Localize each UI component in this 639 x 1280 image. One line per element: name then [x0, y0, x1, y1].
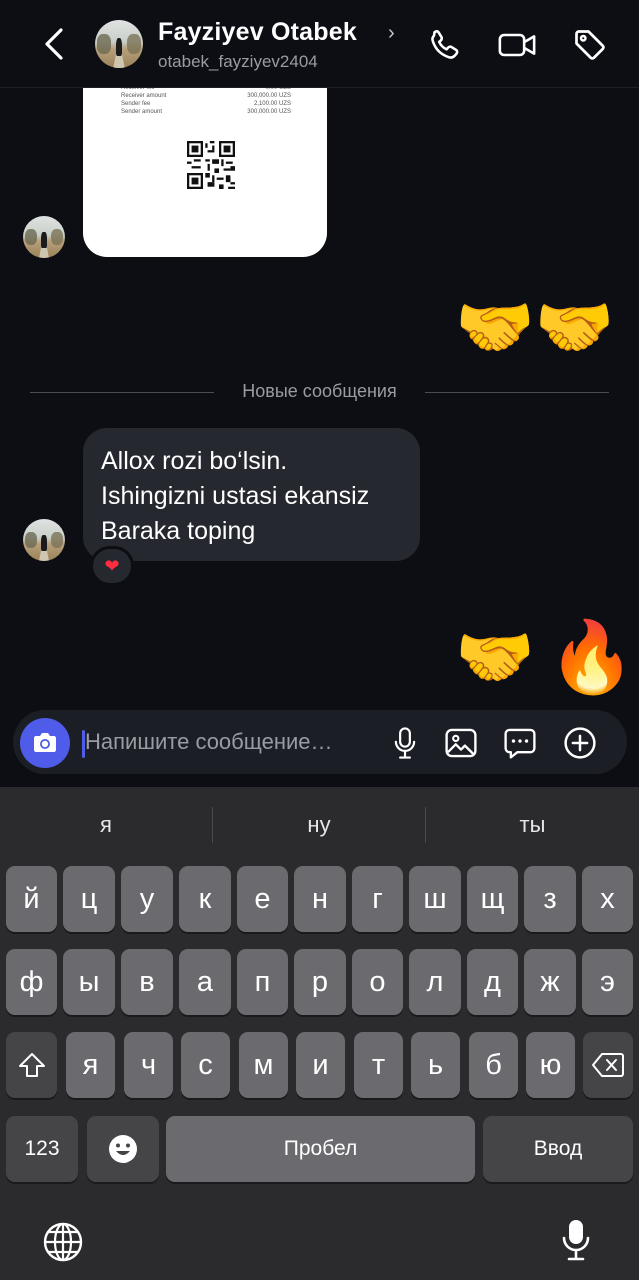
contact-avatar[interactable]	[95, 20, 143, 68]
chevron-left-icon	[45, 28, 63, 60]
globe-icon	[43, 1222, 83, 1262]
key[interactable]: и	[296, 1032, 345, 1098]
key[interactable]: р	[294, 949, 346, 1015]
camera-icon	[34, 733, 56, 752]
contact-username[interactable]: otabek_fayziyev2404	[158, 52, 318, 72]
key[interactable]: ж	[524, 949, 576, 1015]
key[interactable]: г	[352, 866, 403, 932]
message-line: Baraka toping	[101, 517, 256, 545]
key[interactable]: н	[294, 866, 346, 932]
gallery-button[interactable]	[442, 724, 480, 762]
key[interactable]: б	[469, 1032, 518, 1098]
back-button[interactable]	[36, 24, 72, 64]
suggestion-2[interactable]: ну	[213, 787, 425, 863]
shift-arrow-icon	[18, 1053, 45, 1077]
shift-key[interactable]	[6, 1032, 57, 1098]
key[interactable]: п	[237, 949, 288, 1015]
key[interactable]: о	[352, 949, 403, 1015]
keyboard: я ну ты й ц у к е н г ш щ з х ф ы в а п …	[0, 787, 639, 1280]
emoji-face-icon	[109, 1135, 137, 1163]
key[interactable]: е	[237, 866, 288, 932]
space-key[interactable]: Пробел	[166, 1116, 475, 1182]
key[interactable]: а	[179, 949, 231, 1015]
sender-avatar[interactable]	[23, 216, 65, 258]
key[interactable]: м	[239, 1032, 288, 1098]
voice-call-button[interactable]	[425, 26, 465, 64]
enter-key[interactable]: Ввод	[483, 1116, 633, 1182]
key[interactable]: щ	[467, 866, 518, 932]
language-switch-button[interactable]	[41, 1220, 85, 1264]
qr-code	[187, 141, 235, 189]
heart-reaction[interactable]: ❤	[90, 546, 134, 586]
chevron-right-icon: ›	[388, 22, 395, 44]
message-composer	[13, 710, 627, 774]
sent-emoji-message[interactable]: 🤝	[455, 626, 535, 690]
sent-emoji-message[interactable]: 🔥	[548, 622, 635, 692]
plus-circle-icon	[564, 727, 596, 759]
emoji-key[interactable]	[87, 1116, 159, 1182]
numbers-key[interactable]: 123	[6, 1116, 78, 1182]
tag-button[interactable]	[570, 26, 610, 64]
key[interactable]: ф	[6, 949, 57, 1015]
contact-name[interactable]: Fayziyev Otabek	[158, 18, 357, 47]
key[interactable]: к	[179, 866, 231, 932]
key[interactable]: х	[582, 866, 633, 932]
key[interactable]: ш	[409, 866, 461, 932]
key[interactable]: в	[121, 949, 173, 1015]
receipt-image-message[interactable]: Receiver fee 0.00 UZS Receiver amount 300,…	[83, 70, 327, 257]
video-camera-icon	[498, 33, 536, 57]
sender-avatar[interactable]	[23, 519, 65, 561]
message-input[interactable]	[85, 724, 375, 760]
dictation-button[interactable]	[554, 1218, 598, 1262]
suggestion-3[interactable]: ты	[426, 787, 639, 863]
add-button[interactable]	[561, 724, 599, 762]
camera-button[interactable]	[20, 718, 70, 768]
chat-header: Fayziyev Otabek › otabek_fayziyev2404	[0, 0, 639, 88]
key[interactable]: д	[467, 949, 518, 1015]
received-message-bubble[interactable]: Allox rozi bo‘lsin. Ishingizni ustasi ek…	[83, 428, 420, 561]
suggestion-1[interactable]: я	[0, 787, 212, 863]
video-call-button[interactable]	[497, 26, 537, 64]
key[interactable]: ю	[526, 1032, 575, 1098]
key[interactable]: у	[121, 866, 173, 932]
key[interactable]: я	[66, 1032, 115, 1098]
microphone-icon	[394, 727, 416, 759]
key[interactable]: й	[6, 866, 57, 932]
phone-icon	[431, 30, 459, 59]
message-line: Ishingizni ustasi ekansiz	[101, 482, 370, 510]
key[interactable]: з	[524, 866, 576, 932]
receipt-row: Sender amount 300,000.00 UZS	[121, 109, 291, 115]
key[interactable]: э	[582, 949, 633, 1015]
key[interactable]: ц	[63, 866, 115, 932]
message-line: Allox rozi bo‘lsin.	[101, 447, 288, 475]
receipt-row: Sender fee 2,100.00 UZS	[121, 101, 291, 107]
key[interactable]: ь	[411, 1032, 460, 1098]
tag-icon	[575, 30, 605, 60]
new-messages-divider: Новые сообщения	[242, 381, 397, 401]
chat-bubble-icon	[504, 728, 536, 759]
image-icon	[445, 728, 477, 758]
backspace-icon	[592, 1053, 624, 1077]
heart-icon: ❤	[104, 555, 120, 576]
sent-emoji-message[interactable]: 🤝🤝	[455, 296, 614, 360]
key[interactable]: ч	[124, 1032, 173, 1098]
voice-message-button[interactable]	[386, 724, 424, 762]
key[interactable]: т	[354, 1032, 403, 1098]
key[interactable]: с	[181, 1032, 230, 1098]
backspace-key[interactable]	[583, 1032, 633, 1098]
receipt-row: Receiver amount 300,000.00 UZS	[121, 93, 291, 99]
key[interactable]: л	[409, 949, 461, 1015]
microphone-icon	[562, 1220, 590, 1261]
key[interactable]: ы	[63, 949, 115, 1015]
sticker-button[interactable]	[501, 724, 539, 762]
